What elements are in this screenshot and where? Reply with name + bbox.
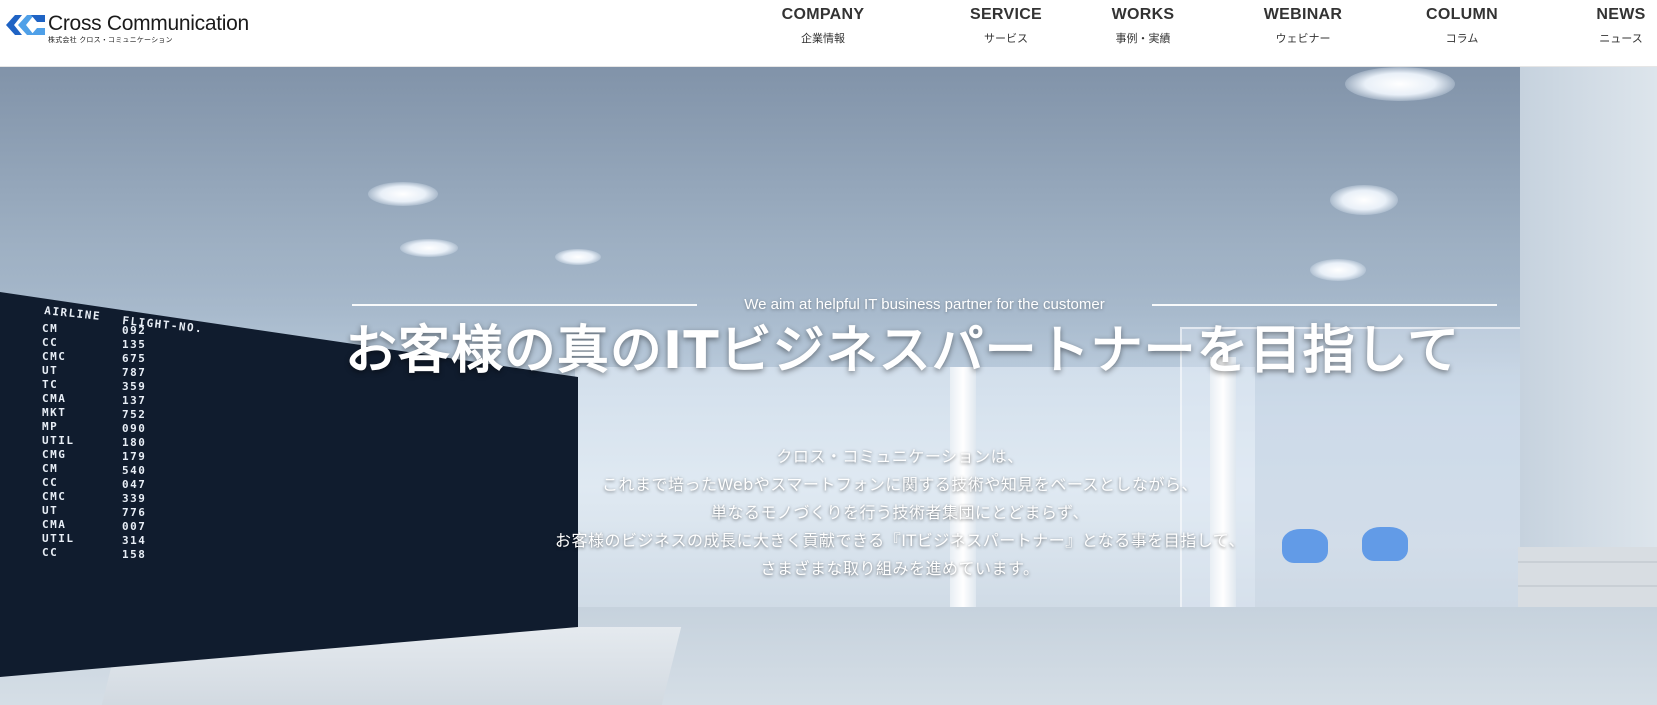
nav-label-en: COLUMN: [1425, 6, 1498, 23]
nav-label-ja: 企業情報: [801, 32, 845, 45]
board-airline: UTIL: [42, 532, 75, 545]
board-airline: CMA: [42, 392, 66, 405]
ceiling-light: [1345, 67, 1455, 101]
board-flight: 158: [122, 548, 146, 561]
board-flight: 179: [122, 450, 146, 463]
nav-label-ja: サービス: [984, 32, 1028, 45]
board-airline: CMG: [42, 448, 66, 461]
intro-line: さまざまな取り組みを進めています。: [760, 559, 1040, 578]
nav-label-en: NEWS: [1596, 6, 1646, 23]
board-airline: CMC: [42, 490, 66, 503]
nav-item-news[interactable]: NEWS ニュース: [1546, 6, 1657, 45]
hero-headline: お客様の真のITビジネスパートナーを目指して: [344, 321, 1461, 381]
board-airline: CC: [42, 546, 58, 559]
intro-line: 単なるモノづくりを行う技術者集団にとどまらず、: [710, 503, 1090, 522]
board-flight: 092: [122, 324, 146, 337]
tagline-rule: [352, 304, 697, 306]
board-airline: UT: [42, 504, 58, 517]
board-flight: 180: [122, 436, 146, 449]
board-flight: 359: [122, 380, 146, 393]
board-airline: TC: [42, 378, 58, 391]
hero-section: AIRLINE FLIGHT-NO. CM 092 CC 135 CMC 675 UT 787 TC…: [0, 67, 1657, 705]
board-airline: UT: [42, 364, 58, 377]
site-header: Cross Communication 株式会社 クロス・コミュニケーション C…: [0, 0, 1657, 67]
board-airline: CMC: [42, 350, 66, 363]
board-header: AIRLINE: [44, 304, 102, 323]
nav-item-webinar[interactable]: WEBINAR ウェビナー: [1228, 6, 1378, 45]
nav-label-ja: ウェビナー: [1275, 32, 1331, 45]
nav-item-column[interactable]: COLUMN コラム: [1387, 6, 1537, 45]
board-flight: 776: [122, 506, 146, 519]
board-flight: 135: [122, 338, 146, 351]
nav-label-en: COMPANY: [781, 6, 865, 23]
board-flight: 787: [122, 366, 146, 379]
board-airline: CC: [42, 336, 58, 349]
board-airline: MP: [42, 420, 58, 433]
ceiling-light: [1330, 185, 1398, 215]
ceiling-light: [555, 249, 601, 265]
nav-label-en: WEBINAR: [1263, 6, 1343, 23]
ceiling-light: [368, 182, 438, 206]
hero-intro: クロス・コミュニケーションは、 これまで培ったWebやスマートフォンに関する技術…: [420, 447, 1380, 587]
nav-label-ja: コラム: [1445, 32, 1479, 45]
board-flight: 339: [122, 492, 146, 505]
nav-item-company[interactable]: COMPANY 企業情報: [748, 6, 898, 45]
nav-label-en: WORKS: [1111, 6, 1175, 23]
board-flight: 752: [122, 408, 146, 421]
nav-label-ja: ニュース: [1599, 32, 1643, 45]
board-flight: 007: [122, 520, 146, 533]
board-flight: 540: [122, 464, 146, 477]
nav-label-ja: 事例・実績: [1115, 32, 1171, 45]
board-airline: MKT: [42, 406, 66, 419]
board-airline: CM: [42, 462, 58, 475]
board-flight: 314: [122, 534, 146, 547]
tagline-row: We aim at helpful IT business partner fo…: [352, 297, 1497, 313]
board-flight: 675: [122, 352, 146, 365]
intro-line: クロス・コミュニケーションは、: [776, 447, 1024, 466]
intro-line: これまで培ったWebやスマートフォンに関する技術や知見をベースとしながら、: [601, 475, 1199, 494]
board-flight: 137: [122, 394, 146, 407]
tagline: We aim at helpful IT business partner fo…: [744, 296, 1105, 313]
board-airline: CM: [42, 322, 58, 335]
main-nav: COMPANY 企業情報 SERVICE サービス WORKS 事例・実績 WE…: [0, 6, 1657, 56]
nav-item-service[interactable]: SERVICE サービス: [931, 6, 1081, 45]
board-flight: 047: [122, 478, 146, 491]
board-flight: 090: [122, 422, 146, 435]
board-airline: UTIL: [42, 434, 75, 447]
board-airline: CMA: [42, 518, 66, 531]
tagline-rule: [1152, 304, 1497, 306]
ceiling-light: [400, 239, 458, 257]
intro-line: お客様のビジネスの成長に大きく貢献できる『ITビジネスパートナー』となる事を目指…: [555, 531, 1245, 550]
nav-item-works[interactable]: WORKS 事例・実績: [1068, 6, 1218, 45]
ceiling-light: [1310, 259, 1366, 281]
nav-label-en: SERVICE: [969, 6, 1043, 23]
board-airline: CC: [42, 476, 58, 489]
